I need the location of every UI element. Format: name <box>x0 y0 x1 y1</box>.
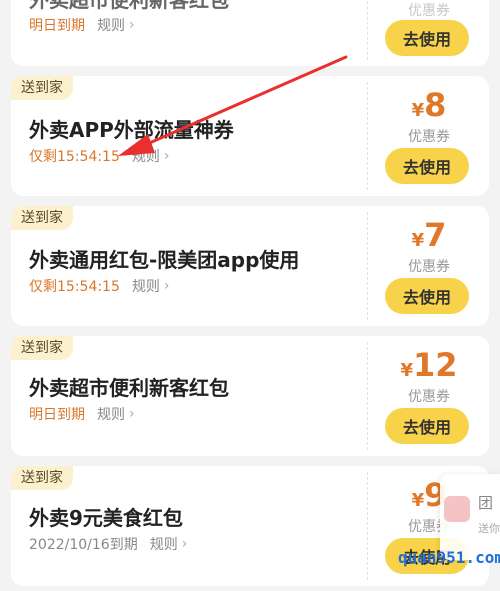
amount-value: 8 <box>424 86 447 124</box>
coupon-card: 送到家 外卖超市便利新客红包 明日到期 规则 › ¥12 优惠券 去使用 <box>11 336 489 456</box>
delivery-tag: 送到家 <box>11 76 73 100</box>
delivery-tag: 送到家 <box>11 206 73 230</box>
coupon-card: 外卖超市便利新客红包 明日到期 规则 › 优惠券 去使用 <box>11 0 489 66</box>
side-widget-title: 团 <box>478 494 494 512</box>
ticket-label: 优惠券 <box>408 129 450 145</box>
watermark: quan951.com <box>398 548 500 567</box>
card-divider <box>367 472 368 580</box>
coupon-title: 外卖超市便利新客红包 <box>29 0 229 12</box>
coupon-expire: 明日到期 <box>29 18 85 34</box>
chevron-right-icon: › <box>163 278 170 294</box>
coupon-amount: ¥7 <box>369 216 489 254</box>
delivery-tag: 送到家 <box>11 336 73 360</box>
ticket-label: 优惠券 <box>408 3 450 19</box>
use-coupon-button[interactable]: 去使用 <box>385 408 469 444</box>
chevron-right-icon: › <box>181 536 188 552</box>
rule-label: 规则 <box>131 279 160 295</box>
coupon-amount: ¥8 <box>369 86 489 124</box>
ticket-label: 优惠券 <box>408 259 450 275</box>
coupon-meta: 仅剩15:54:15 规则 › <box>29 146 170 166</box>
use-coupon-button[interactable]: 去使用 <box>385 20 469 56</box>
rule-label: 规则 <box>97 18 125 34</box>
rule-label: 规则 <box>149 537 178 553</box>
currency-symbol: ¥ <box>411 230 425 251</box>
currency-symbol: ¥ <box>411 100 425 121</box>
chevron-right-icon: › <box>163 148 170 164</box>
coupon-amount: ¥12 <box>369 346 489 384</box>
coupon-title: 外卖超市便利新客红包 <box>29 376 229 400</box>
rule-link[interactable]: 规则 › <box>150 534 188 554</box>
coupon-meta: 明日到期 规则 › <box>29 404 135 424</box>
rule-link[interactable]: 规则 › <box>97 404 135 424</box>
coupon-meta: 仅剩15:54:15 规则 › <box>29 276 170 296</box>
coupon-card: 送到家 外卖APP外部流量神券 仅剩15:54:15 规则 › ¥8 优惠券 去… <box>11 76 489 196</box>
rule-label: 规则 <box>131 149 160 165</box>
chevron-right-icon: › <box>129 17 135 33</box>
card-divider <box>367 0 368 60</box>
amount-value: 7 <box>424 216 447 254</box>
ticket-label: 优惠券 <box>408 389 450 405</box>
coupon-meta: 2022/10/16到期 规则 › <box>29 534 187 554</box>
card-divider <box>367 342 368 450</box>
coupon-card: 送到家 外卖9元美食红包 2022/10/16到期 规则 › ¥9 优惠券 去使… <box>11 466 489 586</box>
currency-symbol: ¥ <box>400 360 413 381</box>
rule-link[interactable]: 规则 › <box>97 15 135 35</box>
card-divider <box>367 82 368 190</box>
coupon-expire: 仅剩15:54:15 <box>29 149 120 165</box>
coupon-expire: 2022/10/16到期 <box>29 537 138 553</box>
amount-value: 12 <box>413 346 458 384</box>
coupon-expire: 明日到期 <box>29 407 85 423</box>
coupon-title: 外卖9元美食红包 <box>29 506 183 530</box>
side-widget-subtitle: 送你 <box>478 522 500 535</box>
coupon-title: 外卖APP外部流量神券 <box>29 118 234 142</box>
rule-link[interactable]: 规则 › <box>132 146 170 166</box>
coupon-list-screen: 外卖超市便利新客红包 明日到期 规则 › 优惠券 去使用 送到家 外卖APP外部… <box>0 0 500 591</box>
coupon-meta: 明日到期 规则 › <box>29 15 135 35</box>
coupon-card: 送到家 外卖通用红包-限美团app使用 仅剩15:54:15 规则 › ¥7 优… <box>11 206 489 326</box>
currency-symbol: ¥ <box>411 490 425 511</box>
use-coupon-button[interactable]: 去使用 <box>385 148 469 184</box>
rule-label: 规则 <box>97 407 125 423</box>
use-coupon-button[interactable]: 去使用 <box>385 278 469 314</box>
card-divider <box>367 212 368 320</box>
delivery-tag: 送到家 <box>11 466 73 490</box>
chevron-right-icon: › <box>129 406 135 422</box>
rule-link[interactable]: 规则 › <box>132 276 170 296</box>
red-packet-icon <box>444 496 470 522</box>
coupon-title: 外卖通用红包-限美团app使用 <box>29 248 300 272</box>
coupon-expire: 仅剩15:54:15 <box>29 279 120 295</box>
